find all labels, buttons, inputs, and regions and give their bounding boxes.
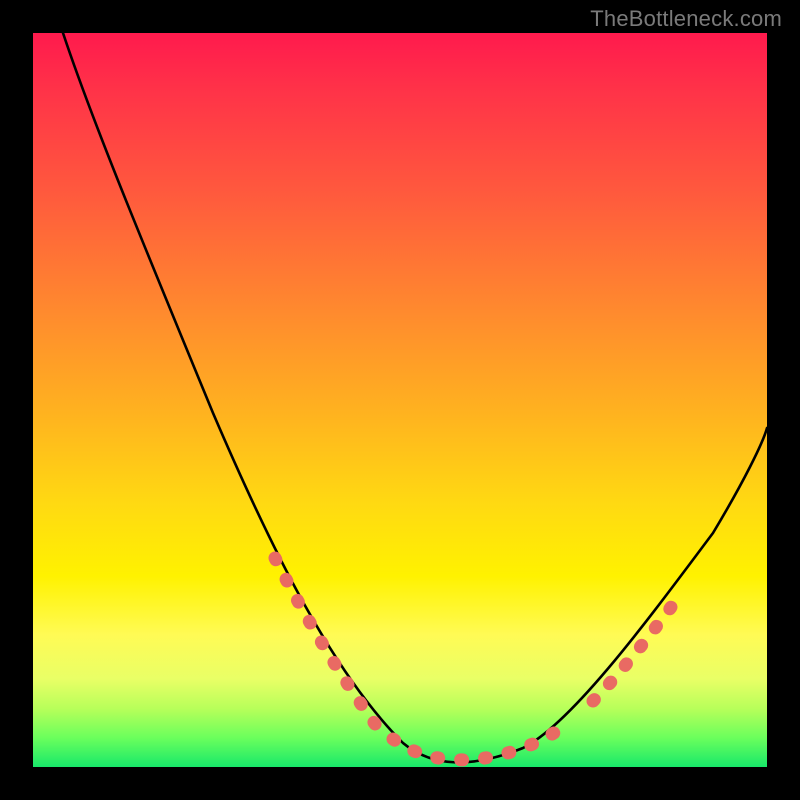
chart-frame: TheBottleneck.com (0, 0, 800, 800)
plot-area (33, 33, 767, 767)
highlight-bottom-dots (393, 725, 565, 760)
watermark-text: TheBottleneck.com (590, 6, 782, 32)
highlight-left-dots (275, 558, 378, 728)
highlight-right-dots (593, 591, 683, 701)
curve-path (63, 33, 767, 762)
bottleneck-curve (33, 33, 767, 767)
